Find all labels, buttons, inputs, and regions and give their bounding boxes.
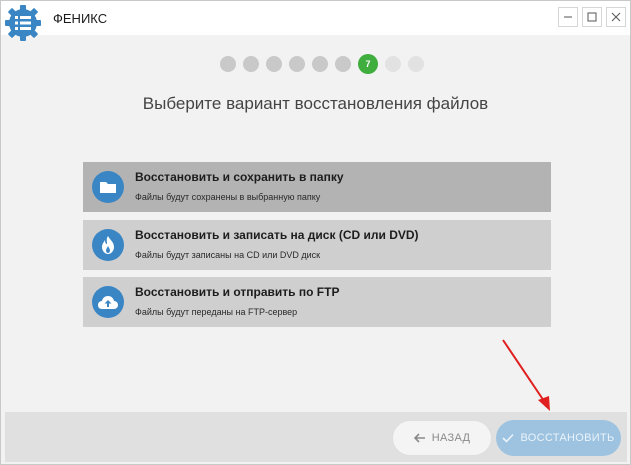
step-indicator: 7 (220, 54, 424, 74)
page-title: Выберите вариант восстановления файлов (142, 94, 489, 113)
maximize-icon (587, 12, 597, 22)
cloud-upload-icon (92, 286, 124, 318)
option-description: Файлы будут сохранены в выбранную папку (135, 192, 321, 202)
restore-button[interactable]: ВОССТАНОВИТЬ (496, 420, 621, 456)
app-logo (5, 5, 41, 41)
option-send-ftp[interactable]: Восстановить и отправить по FTP Файлы бу… (83, 277, 551, 327)
folder-icon (92, 171, 124, 203)
option-description: Файлы будут записаны на CD или DVD диск (135, 250, 321, 260)
step-dot (385, 56, 401, 72)
minimize-icon (564, 16, 572, 18)
maximize-button[interactable] (582, 7, 602, 27)
step-dot (312, 56, 328, 72)
back-button[interactable]: НАЗАД (392, 420, 492, 456)
flame-icon (92, 229, 124, 261)
option-title: Восстановить и записать на диск (CD или … (135, 228, 419, 242)
option-save-to-folder[interactable]: Восстановить и сохранить в папку Файлы б… (83, 162, 551, 212)
step-dot (266, 56, 282, 72)
option-burn-to-disc[interactable]: Восстановить и записать на диск (CD или … (83, 220, 551, 270)
arrow-left-icon (413, 433, 425, 443)
step-dot-current: 7 (358, 54, 378, 74)
step-dot (335, 56, 351, 72)
app-window: ФЕНИКС 7 Выберите вариант восстановления… (0, 0, 631, 465)
close-button[interactable] (606, 7, 626, 27)
close-icon (611, 12, 621, 22)
step-dot (220, 56, 236, 72)
option-description: Файлы будут переданы на FTP-сервер (135, 307, 298, 317)
step-dot (243, 56, 259, 72)
restore-button-label: ВОССТАНОВИТЬ (520, 432, 615, 444)
option-title: Восстановить и сохранить в папку (135, 170, 344, 184)
title-bar: ФЕНИКС (1, 1, 630, 35)
back-button-label: НАЗАД (431, 432, 471, 444)
step-dot (289, 56, 305, 72)
app-title: ФЕНИКС (53, 11, 108, 26)
checkmark-icon (502, 433, 515, 443)
step-dot (408, 56, 424, 72)
annotation-arrow-icon (502, 339, 550, 411)
minimize-button[interactable] (558, 7, 578, 27)
option-title: Восстановить и отправить по FTP (135, 285, 340, 299)
